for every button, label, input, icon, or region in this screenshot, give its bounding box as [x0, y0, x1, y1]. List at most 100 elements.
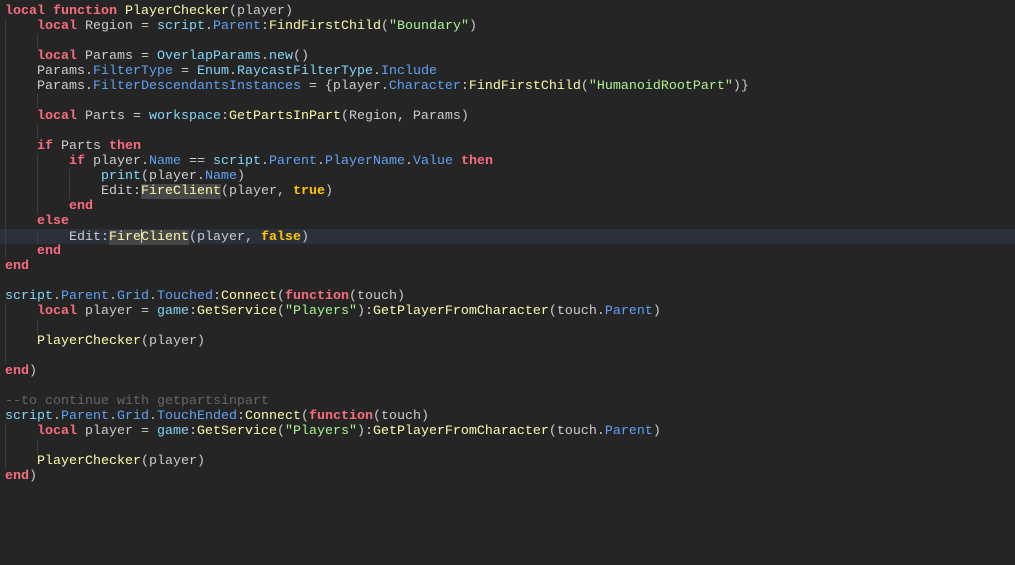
code-line[interactable]: end) [0, 364, 1015, 379]
text-token: . [261, 154, 269, 169]
text-token: . [404, 154, 413, 169]
indent-guide [5, 424, 6, 439]
code-line[interactable]: --to continue with getpartsinpart [0, 394, 1015, 409]
indent-guide [5, 304, 6, 319]
indent-guide [5, 154, 6, 169]
code-line[interactable]: Params.FilterType = Enum.RaycastFilterTy… [0, 64, 1015, 79]
property-token: Name [204, 169, 237, 184]
code-line[interactable]: script.Parent.Grid.Touched:Connect(funct… [0, 289, 1015, 304]
text-token: ( [300, 409, 309, 424]
code-line[interactable]: local Parts = workspace:GetPartsInPart(R… [0, 109, 1015, 124]
text-token: (touch. [548, 304, 605, 319]
keyword-token: then [460, 154, 493, 169]
indent-guide [37, 169, 38, 184]
code-line[interactable]: local function PlayerChecker(player) [0, 4, 1015, 19]
code-line[interactable] [0, 349, 1015, 364]
code-line[interactable]: if Parts then [0, 139, 1015, 154]
text-token: . [228, 64, 237, 79]
indent-guide [37, 439, 38, 454]
code-line[interactable]: if player.Name == script.Parent.PlayerNa… [0, 154, 1015, 169]
code-line[interactable]: local Region = script.Parent:FindFirstCh… [0, 19, 1015, 34]
property-token: Parent [269, 154, 317, 169]
code-line[interactable]: else [0, 214, 1015, 229]
indent-guide [5, 19, 6, 34]
text-token: ( [276, 304, 285, 319]
property-token: Touched [157, 289, 213, 304]
code-line[interactable] [0, 439, 1015, 454]
text-token: (player. [140, 169, 205, 184]
code-line[interactable]: PlayerChecker(player) [0, 454, 1015, 469]
indent-guide [5, 454, 6, 469]
text-token: . [109, 409, 117, 424]
code-line[interactable]: Edit:FireClient(player, true) [0, 184, 1015, 199]
code-line[interactable] [0, 319, 1015, 334]
code-line[interactable]: print(player.Name) [0, 169, 1015, 184]
method-token: PlayerChecker [37, 454, 141, 469]
keyword-token: function [308, 409, 373, 424]
text-token: ): [356, 304, 373, 319]
token-part: Client [140, 230, 189, 245]
keyword-token: local [5, 4, 45, 19]
keyword-token: function [285, 289, 349, 304]
indent-guide [5, 214, 6, 229]
method-token: FindFirstChild [468, 79, 581, 94]
property-token: FilterType [92, 64, 173, 79]
builtin-token: script [5, 289, 53, 304]
text-token: Params. [5, 64, 93, 79]
text-token: . [372, 64, 381, 79]
code-line[interactable]: Edit:FireClient(player, false) [0, 229, 1015, 245]
indent-guide [37, 154, 38, 169]
indent-guide [5, 184, 6, 199]
method-token: GetPlayerFromCharacter [372, 304, 549, 319]
keyword-token: end [5, 364, 29, 379]
text-token: . [204, 19, 213, 34]
method-token: PlayerChecker [125, 4, 229, 19]
code-line[interactable]: script.Parent.Grid.TouchEnded:Connect(fu… [0, 409, 1015, 424]
code-line[interactable]: end [0, 199, 1015, 214]
method-token: Connect [221, 289, 277, 304]
text-token: : [260, 19, 269, 34]
text-token: (player) [140, 334, 205, 349]
code-line[interactable]: Params.FilterDescendantsInstances = {pla… [0, 79, 1015, 94]
keyword-token: function [53, 4, 117, 19]
text-token: : [236, 409, 245, 424]
text-token: ) [652, 304, 661, 319]
text-token: . [149, 289, 157, 304]
code-line[interactable] [0, 124, 1015, 139]
code-line[interactable] [0, 34, 1015, 49]
code-line[interactable]: end [0, 244, 1015, 259]
property-token: Parent [61, 409, 109, 424]
code-line[interactable]: local Params = OverlapParams.new() [0, 49, 1015, 64]
code-line[interactable]: local player = game:GetService("Players"… [0, 424, 1015, 439]
indent-guide [5, 94, 6, 109]
code-line[interactable]: end) [0, 469, 1015, 484]
text-token: : [188, 304, 197, 319]
property-token: PlayerName [325, 154, 405, 169]
indent-guide [5, 229, 6, 244]
code-line[interactable]: PlayerChecker(player) [0, 334, 1015, 349]
code-line[interactable] [0, 274, 1015, 289]
indent-guide [69, 169, 70, 184]
property-token: FilterDescendantsInstances [92, 79, 301, 94]
text-token: ) [29, 364, 37, 379]
code-line[interactable] [0, 379, 1015, 394]
method-token: GetService [196, 424, 277, 439]
property-token: Grid [117, 409, 149, 424]
text-token: Parts [53, 139, 109, 154]
text-token: : [188, 424, 197, 439]
code-line[interactable]: local player = game:GetService("Players"… [0, 304, 1015, 319]
code-line[interactable] [0, 94, 1015, 109]
text-token: Params. [5, 79, 93, 94]
code-editor[interactable]: local function PlayerChecker(player) loc… [0, 4, 1015, 484]
text-token: Edit: [5, 184, 141, 199]
builtin-token: new [268, 49, 293, 64]
code-line[interactable]: end [0, 259, 1015, 274]
